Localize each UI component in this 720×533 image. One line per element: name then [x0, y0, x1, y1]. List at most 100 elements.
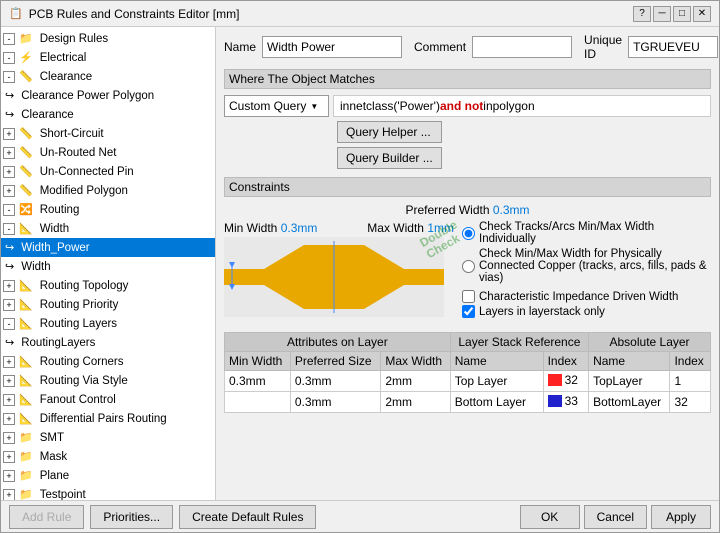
add-rule-button[interactable]: Add Rule: [9, 505, 84, 529]
bottom-right-buttons: OK Cancel Apply: [520, 505, 711, 529]
expander-smt[interactable]: +: [3, 432, 15, 444]
tree-item-clearance-power-polygon[interactable]: ↪ Clearance Power Polygon: [1, 86, 215, 105]
radio-connected[interactable]: [462, 260, 475, 273]
stack-ref-header: Layer Stack Reference: [450, 333, 588, 352]
expander-urn[interactable]: +: [3, 147, 15, 159]
tree-item-routing-topology[interactable]: + 📐 Routing Topology: [1, 276, 215, 295]
rule-icon-c2: ↪: [3, 107, 16, 122]
tree-item-modified-polygon[interactable]: + 📏 Modified Polygon: [1, 181, 215, 200]
min-width-label-area: Min Width 0.3mm: [224, 221, 317, 235]
row1-abs-index: 1: [670, 371, 711, 392]
tree-item-width-power[interactable]: ↪ Width_Power: [1, 238, 215, 257]
tree-panel: - 📁 Design Rules - ⚡ Electrical - 📏 Clea: [1, 27, 216, 500]
minimize-button[interactable]: ─: [653, 6, 671, 22]
radio-row-1: Check Tracks/Arcs Min/Max Width Individu…: [462, 221, 711, 245]
tree-item-routing-priority[interactable]: + 📐 Routing Priority: [1, 295, 215, 314]
folder-icon-smt: 📁: [17, 430, 35, 445]
name-input[interactable]: [262, 36, 402, 58]
attributes-table: Attributes on Layer Layer Stack Referenc…: [224, 332, 711, 413]
label-rc: Routing Corners: [38, 355, 126, 369]
label-ucp: Un-Connected Pin: [38, 165, 136, 179]
label-tp: Testpoint: [38, 488, 88, 501]
tree-item-electrical[interactable]: - ⚡ Electrical: [1, 48, 215, 67]
expander-routing[interactable]: -: [3, 204, 15, 216]
expander-tp[interactable]: +: [3, 489, 15, 501]
expander-design-rules[interactable]: -: [3, 33, 15, 45]
expander-rvs[interactable]: +: [3, 375, 15, 387]
attr-layer-header: Attributes on Layer: [225, 333, 451, 352]
tree-item-width[interactable]: - 📐 Width: [1, 219, 215, 238]
expander-mask[interactable]: +: [3, 451, 15, 463]
rule-icon-w2: ↪: [3, 259, 16, 274]
pcb-track-visual: [224, 237, 444, 317]
unique-id-input[interactable]: [628, 36, 718, 58]
tree-item-diff-pairs[interactable]: + 📐 Differential Pairs Routing: [1, 409, 215, 428]
table-header-row: Attributes on Layer Layer Stack Referenc…: [225, 333, 711, 352]
tree-item-short-circuit[interactable]: + 📏 Short-Circuit: [1, 124, 215, 143]
tree-item-testpoint[interactable]: + 📁 Testpoint: [1, 485, 215, 500]
tree-item-routing[interactable]: - 🔀 Routing: [1, 200, 215, 219]
rule-icon-urn: 📏: [17, 145, 35, 160]
expander-dp[interactable]: +: [3, 413, 15, 425]
ok-button[interactable]: OK: [520, 505, 580, 529]
table-row-2: 0.3mm 2mm Bottom Layer 33 BottomLayer 32: [225, 392, 711, 413]
name-row: Name Comment Unique ID Test Queries: [224, 33, 711, 61]
checkbox-layerstack[interactable]: [462, 305, 475, 318]
radio-2-label: Check Min/Max Width for Physically Conne…: [479, 248, 711, 284]
query-helper-button[interactable]: Query Helper ...: [337, 121, 442, 143]
min-width-value: 0.3mm: [281, 221, 318, 235]
label-electrical: Electrical: [38, 51, 89, 65]
tree-item-plane[interactable]: + 📁 Plane: [1, 466, 215, 485]
comment-input[interactable]: [472, 36, 572, 58]
expander-clearance[interactable]: -: [3, 71, 15, 83]
tree-item-un-connected-pin[interactable]: + 📏 Un-Connected Pin: [1, 162, 215, 181]
tree-item-smt[interactable]: + 📁 SMT: [1, 428, 215, 447]
apply-button[interactable]: Apply: [651, 505, 711, 529]
expander-fc[interactable]: +: [3, 394, 15, 406]
row2-abs-index: 32: [670, 392, 711, 413]
tree-item-routing-layers[interactable]: - 📐 Routing Layers: [1, 314, 215, 333]
expander-width[interactable]: -: [3, 223, 15, 235]
tree-item-clearance[interactable]: - 📏 Clearance: [1, 67, 215, 86]
tree-item-fanout-control[interactable]: + 📐 Fanout Control: [1, 390, 215, 409]
tree-item-routing-via-style[interactable]: + 📐 Routing Via Style: [1, 371, 215, 390]
query-innetclass: innetclass('Power'): [340, 99, 440, 113]
name-label: Name: [224, 40, 256, 54]
expander-sc[interactable]: +: [3, 128, 15, 140]
checkbox-impedance[interactable]: [462, 290, 475, 303]
title-bar-left: 📋 PCB Rules and Constraints Editor [mm]: [9, 7, 239, 21]
min-width-label: Min Width: [224, 221, 277, 235]
priorities-button[interactable]: Priorities...: [90, 505, 173, 529]
expander-plane[interactable]: +: [3, 470, 15, 482]
expander-mp[interactable]: +: [3, 185, 15, 197]
query-builder-button[interactable]: Query Builder ...: [337, 147, 442, 169]
rule-icon-sc: 📏: [17, 126, 35, 141]
help-button[interactable]: ?: [633, 6, 651, 22]
expander-ucp[interactable]: +: [3, 166, 15, 178]
tree-item-clearance2[interactable]: ↪ Clearance: [1, 105, 215, 124]
expander-electrical[interactable]: -: [3, 52, 15, 64]
tree-item-mask[interactable]: + 📁 Mask: [1, 447, 215, 466]
tree-item-width2[interactable]: ↪ Width: [1, 257, 215, 276]
close-button[interactable]: ✕: [693, 6, 711, 22]
where-body: Custom Query ▼ innetclass('Power') and n…: [224, 95, 711, 117]
label-dp: Differential Pairs Routing: [38, 412, 169, 426]
maximize-button[interactable]: □: [673, 6, 691, 22]
query-type-dropdown[interactable]: Custom Query ▼: [224, 95, 329, 117]
max-width-label: Max Width: [367, 221, 424, 235]
label-mask: Mask: [38, 450, 69, 464]
expander-rt[interactable]: +: [3, 280, 15, 292]
tree-item-design-rules[interactable]: - 📁 Design Rules: [1, 29, 215, 48]
expander-rc[interactable]: +: [3, 356, 15, 368]
cancel-button[interactable]: Cancel: [584, 505, 647, 529]
radio-individual[interactable]: [462, 227, 475, 240]
tree-item-un-routed-net[interactable]: + 📏 Un-Routed Net: [1, 143, 215, 162]
tree-item-routing-layers2[interactable]: ↪ RoutingLayers: [1, 333, 215, 352]
expander-rl[interactable]: -: [3, 318, 15, 330]
rule-icon-clearance: 📏: [17, 69, 35, 84]
tree-item-routing-corners[interactable]: + 📐 Routing Corners: [1, 352, 215, 371]
expander-rp[interactable]: +: [3, 299, 15, 311]
where-section-header: Where The Object Matches: [224, 69, 711, 89]
rule-icon-rvs: 📐: [17, 373, 35, 388]
create-default-rules-button[interactable]: Create Default Rules: [179, 505, 316, 529]
